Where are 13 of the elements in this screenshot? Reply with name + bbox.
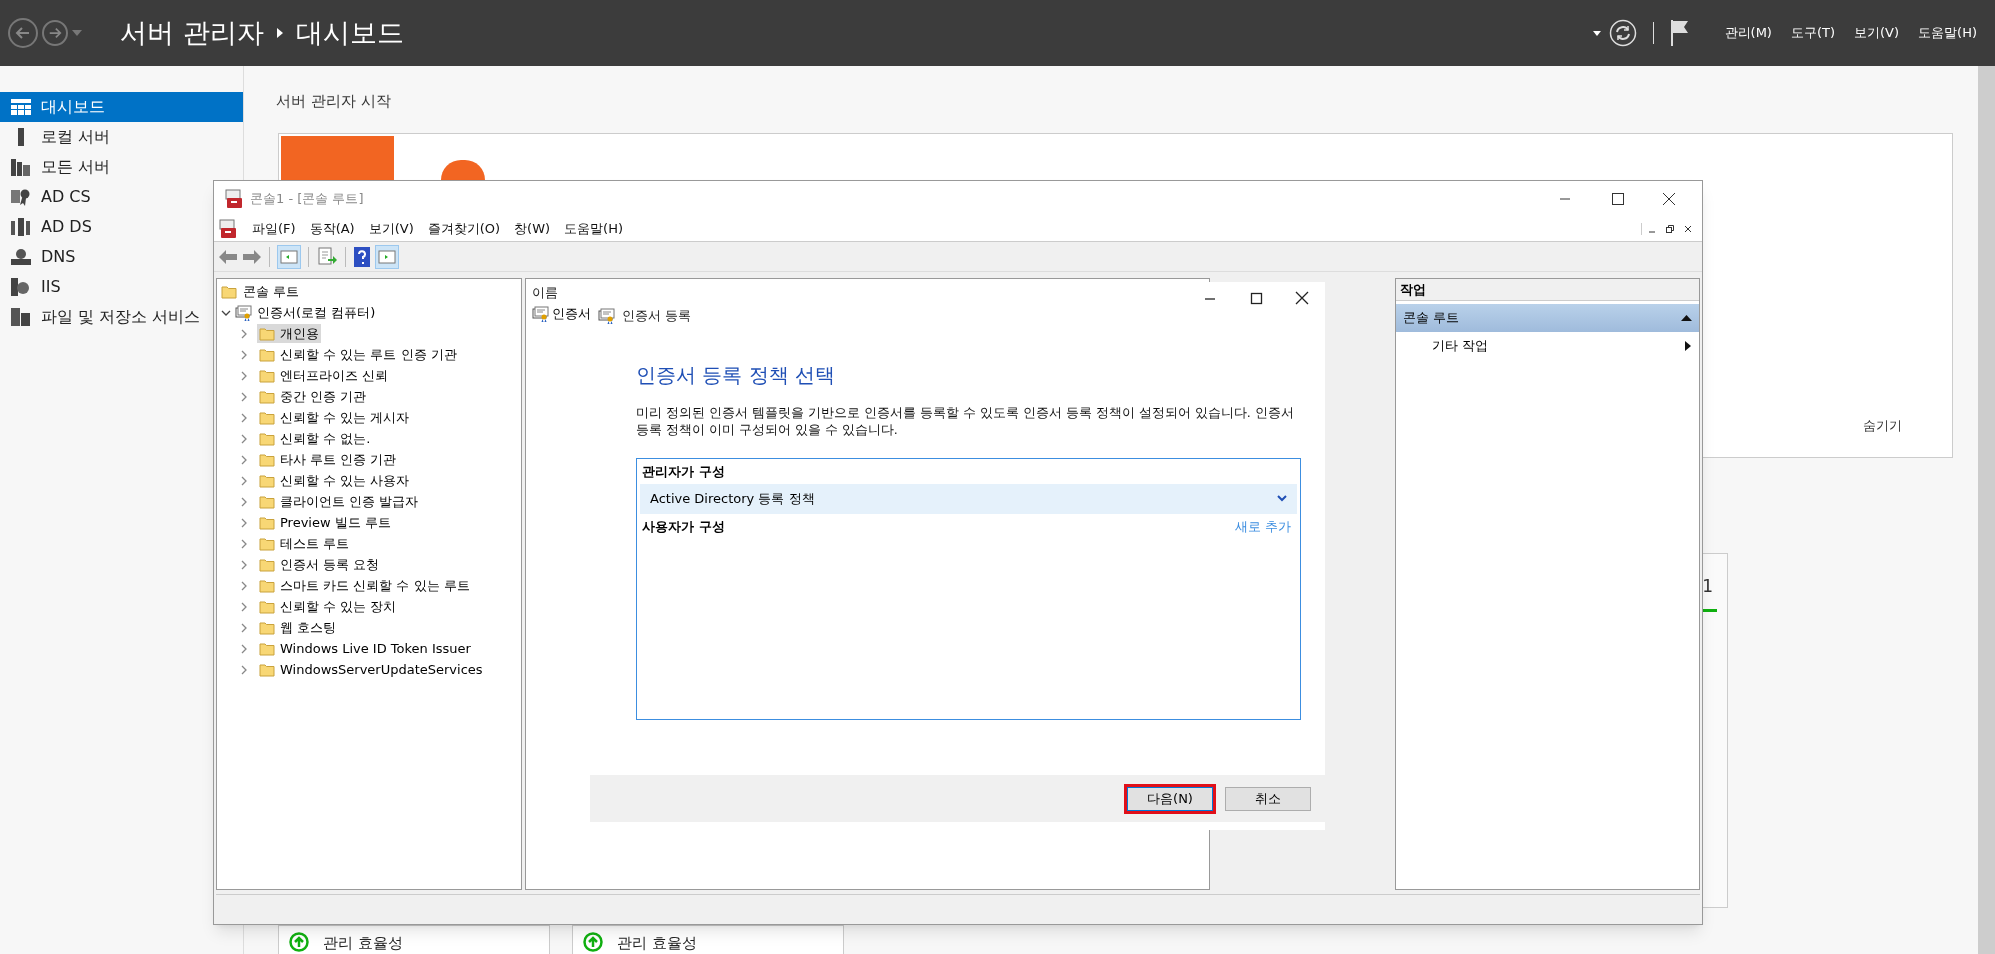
tile-label: 관리 효율성: [323, 933, 403, 954]
tile-label: 관리 효율성: [617, 933, 697, 954]
dialog-heading: 인증서 등록 정책 선택: [636, 361, 837, 389]
page-title: 대시보드: [295, 15, 404, 50]
group-label: 관리자가 구성: [641, 462, 726, 481]
app-title: 서버 관리자: [120, 15, 264, 50]
dialog-title: 인증서 등록: [622, 307, 692, 325]
section-heading: 서버 관리자 시작: [276, 91, 391, 112]
window-title: 콘솔1 - [콘솔 루트]: [250, 189, 364, 208]
group-label: 사용자가 구성: [642, 517, 726, 536]
action-pane-header: 작업: [1396, 279, 1699, 301]
dialog-description: 미리 정의된 인증서 템플릿을 기반으로 인증서를 등록할 수 있도록 인증서 등록 정책이 설정되어 있습니다. 인증서 등록 정책이 이미 구성되어 있을 수 있습니다.: [636, 403, 1295, 438]
tile-count: 1: [1702, 575, 1713, 598]
